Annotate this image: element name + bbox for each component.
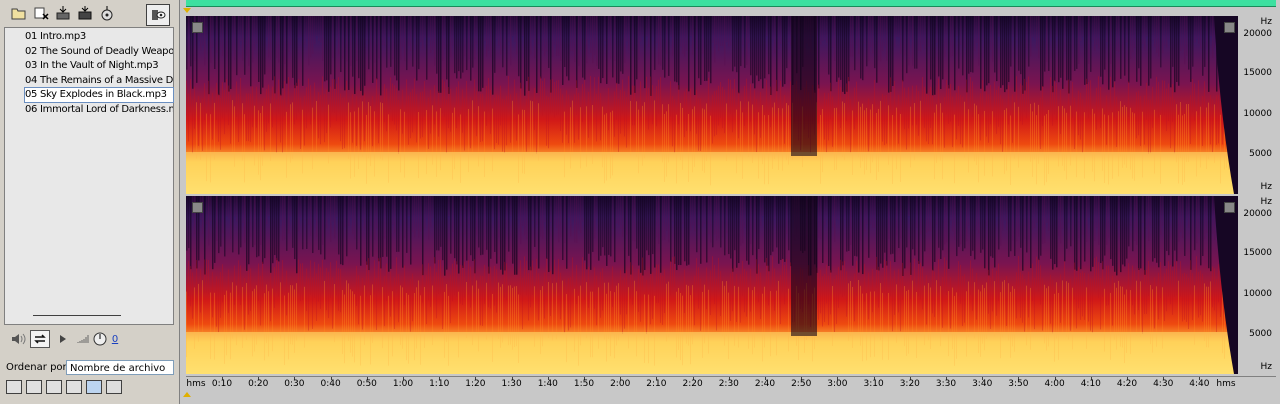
file-toolbar [4, 3, 176, 26]
file-panel: 01 Intro.mp3 02 The Sound of Deadly Weapo… [0, 0, 180, 404]
preview-icon[interactable] [86, 380, 102, 394]
channel-left-spectrogram[interactable] [186, 16, 1238, 194]
file-item[interactable]: 06 Immortal Lord of Darkness.mp3 [25, 103, 173, 117]
time-tick-label: 2:00 [610, 379, 631, 389]
info-icon[interactable] [46, 380, 62, 394]
sort-select[interactable]: Nombre de archivo [66, 360, 174, 375]
time-tick-label: 2:50 [791, 379, 812, 389]
time-tick-label: 3:00 [827, 379, 848, 389]
file-name: 05 Sky Explodes in Black.mp3 [25, 89, 167, 100]
time-unit-left: hms [186, 379, 206, 389]
freq-unit-bottom: Hz [1260, 362, 1273, 372]
time-tick-label: 2:20 [682, 379, 703, 389]
freq-unit-bottom: Hz [1260, 182, 1273, 192]
playhead-marker-icon[interactable] [183, 8, 191, 13]
close-file-icon[interactable] [32, 4, 50, 22]
volume-value[interactable]: 0 [110, 330, 120, 348]
overview-bar[interactable] [186, 0, 1276, 7]
open-file-icon[interactable] [10, 4, 28, 22]
channel-toggle-icon[interactable] [192, 22, 203, 33]
metadata-icon[interactable] [6, 380, 22, 394]
format-icon[interactable] [106, 380, 122, 394]
file-item[interactable]: 01 Intro.mp3 [25, 30, 173, 44]
sort-label: Ordenar por: [6, 362, 70, 373]
channel-right-spectrogram[interactable] [186, 196, 1238, 374]
time-tick-label: 1:40 [537, 379, 558, 389]
freq-tick-label: 15000 [1243, 248, 1272, 258]
file-list: 01 Intro.mp3 02 The Sound of Deadly Weapo… [4, 27, 174, 325]
channel-toggle-icon[interactable] [1224, 22, 1235, 33]
spectrogram-image [186, 16, 1238, 194]
insert-icon[interactable] [54, 4, 72, 22]
cd-icon[interactable] [98, 4, 116, 22]
time-tick-label: 1:30 [501, 379, 522, 389]
time-tick-label: 0:10 [211, 379, 233, 389]
time-tick-label: 3:20 [899, 379, 920, 389]
file-item[interactable]: 02 The Sound of Deadly Weapons.mp3 [25, 45, 173, 59]
volume-bars-icon [76, 330, 90, 348]
autoplay-icon[interactable] [26, 380, 42, 394]
time-tick-label: 4:30 [1153, 379, 1174, 389]
freq-tick-label: 20000 [1243, 29, 1272, 39]
freq-unit-top: Hz [1260, 197, 1273, 207]
channel-toggle-icon[interactable] [192, 202, 203, 213]
time-ruler: hms 0:10 0:20 0:30 0:40 0:50 1:00 1:10 1:20 1:30 1… [186, 376, 1276, 395]
time-tick-label: 1:20 [465, 379, 486, 389]
time-tick-label: 4:20 [1116, 379, 1138, 389]
time-tick-label: 0:40 [320, 379, 341, 389]
transport-controls: 0 [4, 330, 174, 350]
file-item[interactable]: 05 Sky Explodes in Black.mp3 [24, 87, 174, 103]
freq-tick-label: 15000 [1243, 68, 1272, 78]
playlist-icon[interactable] [66, 380, 82, 394]
time-tick-label: 3:30 [935, 379, 957, 389]
time-tick-label: 3:10 [863, 379, 884, 389]
time-tick-label: 2:10 [646, 379, 667, 389]
playhead-bottom-marker-icon[interactable] [183, 392, 191, 397]
freq-tick-label: 5000 [1249, 329, 1272, 339]
channel-toggle-icon[interactable] [1224, 202, 1235, 213]
time-tick-label: 4:10 [1080, 379, 1101, 389]
time-tick-label: 3:40 [972, 379, 993, 389]
play-icon[interactable] [56, 330, 70, 348]
freq-axis-left: Hz 20000 15000 10000 5000 Hz [1238, 16, 1276, 194]
time-tick-label: 1:50 [573, 379, 595, 389]
view-options-icon[interactable] [146, 4, 170, 26]
freq-axis-right: Hz 20000 15000 10000 5000 Hz [1238, 196, 1276, 374]
time-tick-label: 3:50 [1008, 379, 1029, 389]
freq-tick-label: 5000 [1249, 149, 1272, 159]
spectrogram-image [186, 196, 1238, 374]
time-tick-label: 2:30 [718, 379, 739, 389]
time-tick-label: 4:00 [1044, 379, 1065, 389]
time-tick-label: 0:30 [284, 379, 305, 389]
divider [33, 315, 121, 316]
time-tick-label: 1:00 [392, 379, 414, 389]
time-tick-label: 0:50 [356, 379, 377, 389]
spectral-view: Hz 20000 15000 10000 5000 Hz Hz 20000 15000 1000… [180, 0, 1280, 404]
insert-multitrack-icon[interactable] [76, 4, 94, 22]
file-name: 01 Intro.mp3 [25, 31, 86, 42]
freq-unit-top: Hz [1260, 17, 1273, 27]
file-item[interactable]: 04 The Remains of a Massive Destruction.… [25, 74, 173, 88]
time-unit-right: hms [1216, 379, 1236, 389]
file-item[interactable]: 03 In the Vault of Night.mp3 [25, 59, 173, 73]
time-tick-label: 1:10 [429, 379, 450, 389]
loop-button[interactable] [30, 330, 50, 348]
file-name: 02 The Sound of Deadly Weapons.mp3 [25, 45, 173, 57]
time-tick-label: 4:40 [1189, 379, 1210, 389]
speaker-icon[interactable] [8, 330, 28, 348]
file-name: 06 Immortal Lord of Darkness.mp3 [25, 103, 173, 115]
time-tick-label: 2:40 [754, 379, 776, 389]
volume-knob[interactable] [92, 330, 108, 348]
file-name: 03 In the Vault of Night.mp3 [25, 60, 159, 71]
file-name: 04 The Remains of a Massive Destruction.… [25, 74, 173, 86]
freq-tick-label: 10000 [1243, 289, 1272, 299]
freq-tick-label: 20000 [1243, 209, 1272, 219]
time-tick-label: 0:20 [248, 379, 269, 389]
freq-tick-label: 10000 [1243, 109, 1272, 119]
